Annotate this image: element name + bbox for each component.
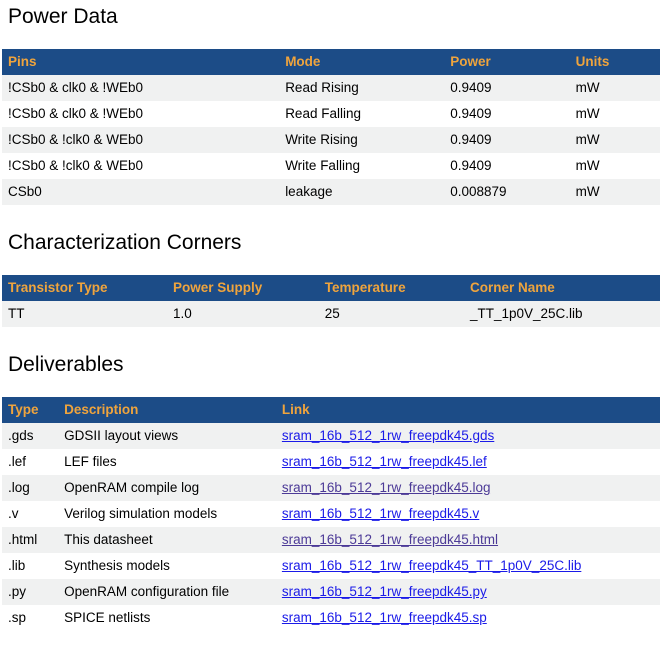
table-cell: .log <box>2 475 58 501</box>
table-cell: mW <box>570 75 660 101</box>
table-cell: .lef <box>2 449 58 475</box>
power-data-heading: Power Data <box>8 5 660 29</box>
section-power-data: Power Data PinsModePowerUnits!CSb0 & clk… <box>2 5 660 205</box>
table-cell: OpenRAM compile log <box>58 475 276 501</box>
characterization-corners-table: Transistor TypePower SupplyTemperatureCo… <box>2 275 660 327</box>
table-cell: 0.008879 <box>444 179 569 205</box>
table-cell: 0.9409 <box>444 101 569 127</box>
column-header: Mode <box>279 49 444 75</box>
table-cell: .html <box>2 527 58 553</box>
table-row: !CSb0 & clk0 & !WEb0Read Falling0.9409mW <box>2 101 660 127</box>
table-row: .gdsGDSII layout views sram_16b_512_1rw_f… <box>2 423 660 449</box>
table-cell: SPICE netlists <box>58 605 276 631</box>
table-cell: 0.9409 <box>444 127 569 153</box>
characterization-corners-heading: Characterization Corners <box>8 231 660 255</box>
table-row: .vVerilog simulation models sram_16b_512_… <box>2 501 660 527</box>
column-header: Power <box>444 49 569 75</box>
table-cell: Write Falling <box>279 153 444 179</box>
table-cell: .py <box>2 579 58 605</box>
table-cell: 1.0 <box>167 301 319 327</box>
section-characterization-corners: Characterization Corners Transistor Type… <box>2 231 660 327</box>
table-row: CSb0leakage0.008879mW <box>2 179 660 205</box>
file-link[interactable]: sram_16b_512_1rw_freepdk45.gds <box>282 428 494 443</box>
table-cell: !CSb0 & !clk0 & WEb0 <box>2 127 279 153</box>
table-row: .logOpenRAM compile log sram_16b_512_1rw_… <box>2 475 660 501</box>
link-cell: sram_16b_512_1rw_freepdk45.log <box>276 475 660 501</box>
table-cell: Read Falling <box>279 101 444 127</box>
link-cell: sram_16b_512_1rw_freepdk45.v <box>276 501 660 527</box>
column-header: Units <box>570 49 660 75</box>
table-row: !CSb0 & !clk0 & WEb0Write Rising0.9409mW <box>2 127 660 153</box>
column-header: Type <box>2 397 58 423</box>
table-cell: GDSII layout views <box>58 423 276 449</box>
table-cell: leakage <box>279 179 444 205</box>
table-cell: Write Rising <box>279 127 444 153</box>
column-header: Corner Name <box>464 275 660 301</box>
file-link[interactable]: sram_16b_512_1rw_freepdk45.v <box>282 506 479 521</box>
table-cell: !CSb0 & clk0 & !WEb0 <box>2 101 279 127</box>
deliverables-heading: Deliverables <box>8 353 660 377</box>
link-cell: sram_16b_512_1rw_freepdk45.py <box>276 579 660 605</box>
table-cell: .lib <box>2 553 58 579</box>
link-cell: sram_16b_512_1rw_freepdk45_TT_1p0V_25C.l… <box>276 553 660 579</box>
file-link[interactable]: sram_16b_512_1rw_freepdk45.lef <box>282 454 487 469</box>
power-data-table: PinsModePowerUnits!CSb0 & clk0 & !WEb0Re… <box>2 49 660 205</box>
table-cell: This datasheet <box>58 527 276 553</box>
table-row: .pyOpenRAM configuration file sram_16b_51… <box>2 579 660 605</box>
table-row: !CSb0 & clk0 & !WEb0Read Rising0.9409mW <box>2 75 660 101</box>
table-cell: mW <box>570 127 660 153</box>
table-cell: 0.9409 <box>444 153 569 179</box>
link-cell: sram_16b_512_1rw_freepdk45.gds <box>276 423 660 449</box>
table-header-row: Transistor TypePower SupplyTemperatureCo… <box>2 275 660 301</box>
table-cell: !CSb0 & !clk0 & WEb0 <box>2 153 279 179</box>
section-deliverables: Deliverables TypeDescriptionLink.gdsGDSI… <box>2 353 660 631</box>
file-link[interactable]: sram_16b_512_1rw_freepdk45.sp <box>282 610 487 625</box>
table-row: TT1.025_TT_1p0V_25C.lib <box>2 301 660 327</box>
file-link[interactable]: sram_16b_512_1rw_freepdk45.html <box>282 532 498 547</box>
table-cell: CSb0 <box>2 179 279 205</box>
table-cell: OpenRAM configuration file <box>58 579 276 605</box>
table-cell: Verilog simulation models <box>58 501 276 527</box>
table-cell: .v <box>2 501 58 527</box>
column-header: Power Supply <box>167 275 319 301</box>
table-cell: .sp <box>2 605 58 631</box>
table-cell: 0.9409 <box>444 75 569 101</box>
table-cell: LEF files <box>58 449 276 475</box>
column-header: Pins <box>2 49 279 75</box>
file-link[interactable]: sram_16b_512_1rw_freepdk45.log <box>282 480 491 495</box>
table-cell: .gds <box>2 423 58 449</box>
table-cell: 25 <box>319 301 464 327</box>
table-cell: Synthesis models <box>58 553 276 579</box>
column-header: Description <box>58 397 276 423</box>
table-header-row: TypeDescriptionLink <box>2 397 660 423</box>
table-cell: mW <box>570 101 660 127</box>
table-row: .htmlThis datasheet sram_16b_512_1rw_free… <box>2 527 660 553</box>
table-row: .lefLEF files sram_16b_512_1rw_freepdk45.… <box>2 449 660 475</box>
table-header-row: PinsModePowerUnits <box>2 49 660 75</box>
deliverables-table: TypeDescriptionLink.gdsGDSII layout view… <box>2 397 660 631</box>
table-cell: Read Rising <box>279 75 444 101</box>
table-cell: _TT_1p0V_25C.lib <box>464 301 660 327</box>
column-header: Temperature <box>319 275 464 301</box>
table-row: .libSynthesis models sram_16b_512_1rw_fre… <box>2 553 660 579</box>
column-header: Link <box>276 397 660 423</box>
table-cell: TT <box>2 301 167 327</box>
table-row: !CSb0 & !clk0 & WEb0Write Falling0.9409m… <box>2 153 660 179</box>
table-cell: mW <box>570 153 660 179</box>
table-cell: mW <box>570 179 660 205</box>
link-cell: sram_16b_512_1rw_freepdk45.lef <box>276 449 660 475</box>
link-cell: sram_16b_512_1rw_freepdk45.html <box>276 527 660 553</box>
link-cell: sram_16b_512_1rw_freepdk45.sp <box>276 605 660 631</box>
file-link[interactable]: sram_16b_512_1rw_freepdk45.py <box>282 584 487 599</box>
table-row: .spSPICE netlists sram_16b_512_1rw_freepd… <box>2 605 660 631</box>
file-link[interactable]: sram_16b_512_1rw_freepdk45_TT_1p0V_25C.l… <box>282 558 581 573</box>
table-cell: !CSb0 & clk0 & !WEb0 <box>2 75 279 101</box>
column-header: Transistor Type <box>2 275 167 301</box>
